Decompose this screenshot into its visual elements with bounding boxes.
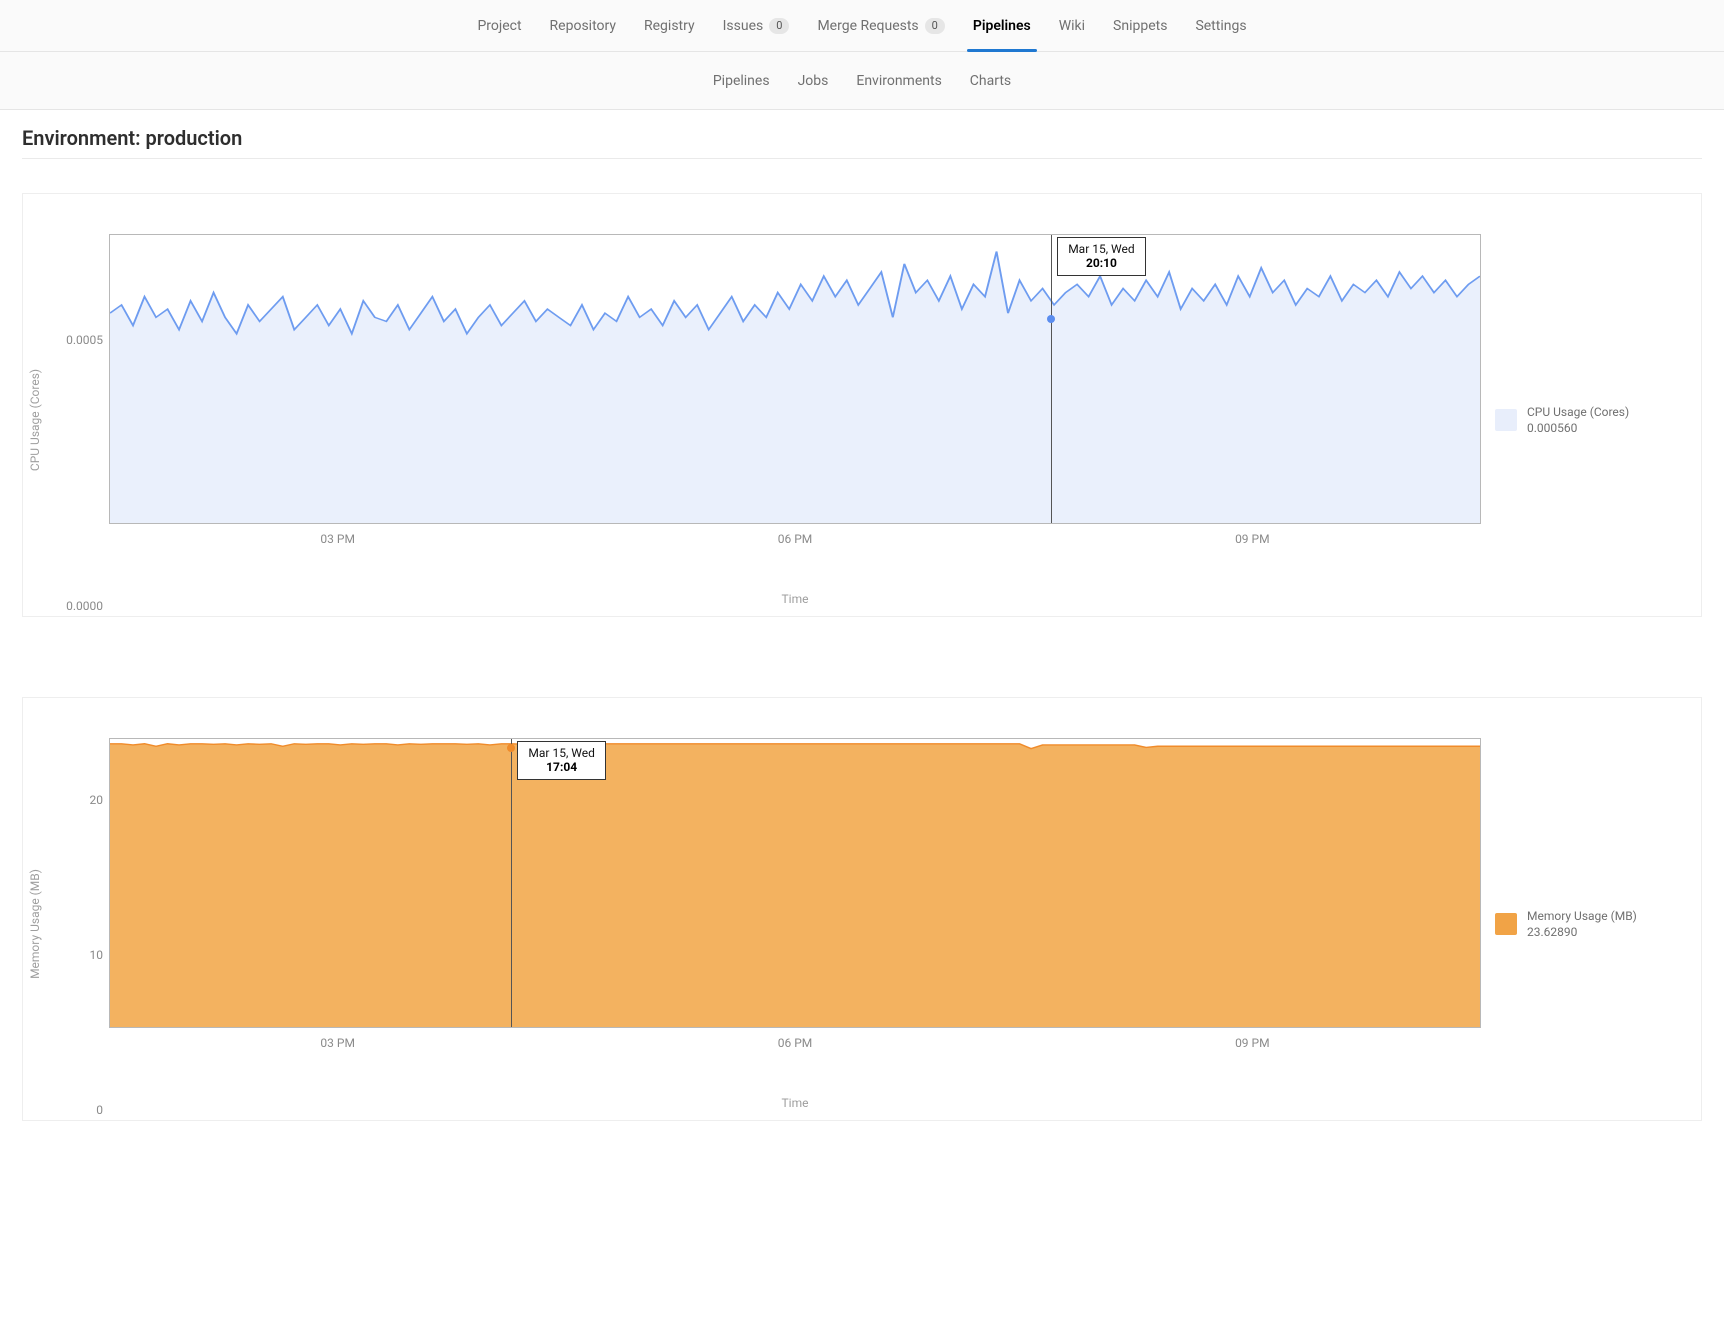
nav-wiki[interactable]: Wiki bbox=[1059, 0, 1085, 51]
nav-issues[interactable]: Issues 0 bbox=[723, 0, 790, 51]
cpu-xlabel: Time bbox=[109, 546, 1481, 606]
secondary-nav: Pipelines Jobs Environments Charts bbox=[0, 52, 1724, 110]
memory-xlabel: Time bbox=[109, 1050, 1481, 1110]
memory-chart-panel: Memory Usage (MB) 20 10 0 Mar 15, Wed 17… bbox=[22, 697, 1702, 1121]
nav-repository[interactable]: Repository bbox=[550, 0, 616, 51]
subnav-jobs[interactable]: Jobs bbox=[798, 73, 829, 89]
page-title: Environment: production bbox=[22, 126, 1702, 159]
nav-pipelines[interactable]: Pipelines bbox=[973, 0, 1031, 51]
memory-legend-name: Memory Usage (MB) bbox=[1527, 908, 1637, 924]
primary-nav: Project Repository Registry Issues 0 Mer… bbox=[0, 0, 1724, 52]
cpu-hover-dot bbox=[1047, 315, 1055, 323]
issues-badge: 0 bbox=[769, 18, 789, 34]
cpu-legend-value: 0.000560 bbox=[1527, 420, 1629, 436]
memory-yaxis-label: Memory Usage (MB) bbox=[23, 738, 47, 1110]
cpu-legend: CPU Usage (Cores) 0.000560 bbox=[1495, 404, 1629, 436]
memory-xticks: 03 PM 06 PM 09 PM bbox=[109, 1028, 1481, 1050]
cpu-xticks: 03 PM 06 PM 09 PM bbox=[109, 524, 1481, 546]
memory-hover-line bbox=[511, 739, 512, 1027]
memory-yticks: 20 10 0 bbox=[47, 738, 109, 1110]
nav-settings[interactable]: Settings bbox=[1195, 0, 1246, 51]
subnav-pipelines[interactable]: Pipelines bbox=[713, 73, 770, 89]
nav-project[interactable]: Project bbox=[477, 0, 521, 51]
cpu-hover-line bbox=[1051, 235, 1052, 523]
nav-snippets[interactable]: Snippets bbox=[1113, 0, 1167, 51]
subnav-charts[interactable]: Charts bbox=[970, 73, 1011, 89]
memory-chart[interactable]: Mar 15, Wed 17:04 bbox=[109, 738, 1481, 1028]
nav-merge-requests[interactable]: Merge Requests 0 bbox=[817, 0, 944, 51]
merge-requests-badge: 0 bbox=[925, 18, 945, 34]
memory-legend-swatch bbox=[1495, 913, 1517, 935]
page-body: Environment: production CPU Usage (Cores… bbox=[0, 110, 1724, 1241]
cpu-legend-name: CPU Usage (Cores) bbox=[1527, 404, 1629, 420]
memory-hover-dot bbox=[507, 744, 515, 752]
memory-legend-value: 23.62890 bbox=[1527, 924, 1637, 940]
memory-legend: Memory Usage (MB) 23.62890 bbox=[1495, 908, 1637, 940]
cpu-yaxis-label: CPU Usage (Cores) bbox=[23, 234, 47, 606]
cpu-yticks: 0.0005 0.0000 bbox=[47, 234, 109, 606]
cpu-chart-panel: CPU Usage (Cores) 0.0005 0.0000 Mar 15, … bbox=[22, 193, 1702, 617]
cpu-legend-swatch bbox=[1495, 409, 1517, 431]
subnav-environments[interactable]: Environments bbox=[856, 73, 941, 89]
nav-registry[interactable]: Registry bbox=[644, 0, 695, 51]
cpu-chart[interactable]: Mar 15, Wed 20:10 bbox=[109, 234, 1481, 524]
